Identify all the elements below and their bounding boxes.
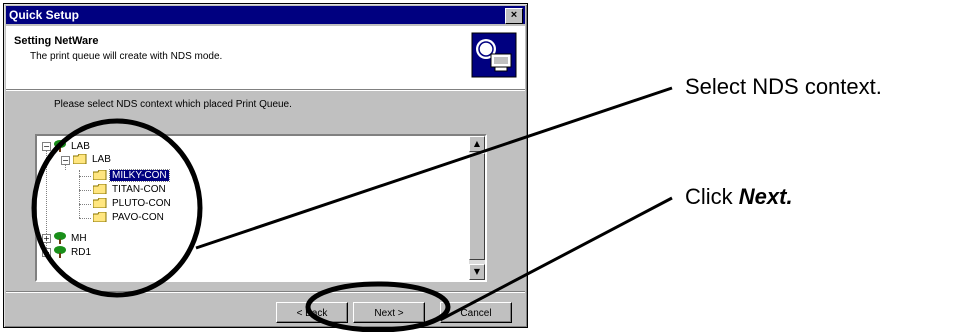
tree-line <box>79 218 91 219</box>
header-title: Setting NetWare <box>14 35 99 47</box>
tree-icon <box>54 246 66 258</box>
network-printer-icon <box>471 32 517 78</box>
tree-node-label: RD1 <box>71 246 92 258</box>
tree-node-label: PLUTO-CON <box>112 198 171 209</box>
vertical-scrollbar[interactable]: ▲ ▼ <box>469 136 485 280</box>
tree-icon <box>54 140 66 152</box>
scroll-up-arrow-icon[interactable]: ▲ <box>469 136 485 152</box>
expand-toggle-rd1[interactable]: + <box>42 248 51 257</box>
folder-icon <box>93 212 107 223</box>
tree-node-label: MH <box>71 232 87 244</box>
tree-node-lab-child[interactable]: LAB <box>73 154 113 166</box>
folder-icon <box>93 198 107 209</box>
tree-node-label: MILKY-CON <box>109 169 170 182</box>
nds-context-tree[interactable]: − LAB − LAB MILKY-CON TITAN-CON PLUTO-CO… <box>35 134 487 282</box>
tree-line <box>79 204 91 205</box>
callout-click-emphasis: Next. <box>738 184 793 209</box>
back-button[interactable]: < Back <box>276 302 348 323</box>
next-button[interactable]: Next > <box>353 302 425 323</box>
tree-node-pavo-con[interactable]: PAVO-CON <box>93 212 166 224</box>
header-subtitle: The print queue will create with NDS mod… <box>30 51 223 62</box>
scroll-down-arrow-icon[interactable]: ▼ <box>469 264 485 280</box>
close-button[interactable]: × <box>505 8 523 24</box>
tree-node-lab-root[interactable]: LAB <box>53 140 92 152</box>
tree-node-milky-con[interactable]: MILKY-CON <box>93 169 170 182</box>
cancel-button[interactable]: Cancel <box>440 302 512 323</box>
tree-node-pluto-con[interactable]: PLUTO-CON <box>93 198 173 210</box>
expand-toggle-lab-child[interactable]: − <box>61 156 70 165</box>
title-bar: Quick Setup × <box>6 6 525 24</box>
tree-node-label: LAB <box>71 140 90 152</box>
instruction-text: Please select NDS context which placed P… <box>54 99 292 110</box>
callout-click-next: Click Next. <box>685 184 793 210</box>
header-divider <box>6 90 525 91</box>
folder-icon <box>93 184 107 195</box>
tree-line <box>79 176 91 177</box>
window-title: Quick Setup <box>9 8 80 22</box>
expand-toggle-lab-root[interactable]: − <box>42 142 51 151</box>
folder-icon <box>73 154 87 165</box>
scroll-thumb[interactable] <box>469 153 485 260</box>
tree-node-label: PAVO-CON <box>112 212 164 223</box>
wizard-header: Setting NetWare The print queue will cre… <box>6 26 525 90</box>
callout-click-prefix: Click <box>685 184 739 209</box>
tree-icon <box>54 232 66 244</box>
expand-toggle-mh[interactable]: + <box>42 234 51 243</box>
tree-node-label: LAB <box>92 154 111 165</box>
tree-line <box>79 170 80 218</box>
tree-line <box>79 190 91 191</box>
tree-node-rd1[interactable]: RD1 <box>53 246 93 258</box>
quick-setup-dialog: Quick Setup × Setting NetWare The print … <box>3 3 528 328</box>
callout-select-context: Select NDS context. <box>685 74 882 99</box>
tree-node-mh[interactable]: MH <box>53 232 89 244</box>
footer-divider <box>6 291 525 293</box>
folder-icon <box>93 170 107 181</box>
tree-node-titan-con[interactable]: TITAN-CON <box>93 184 168 196</box>
tree-node-label: TITAN-CON <box>112 184 166 195</box>
